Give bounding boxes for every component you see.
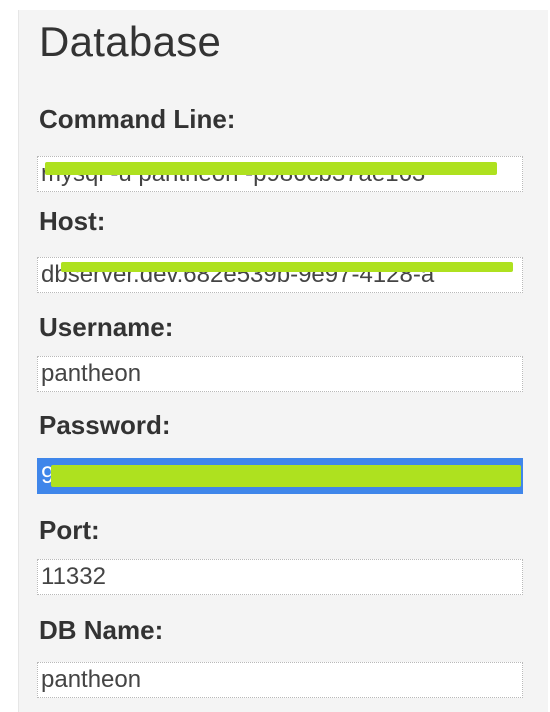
username-label: Username:: [39, 312, 174, 342]
host-label: Host:: [39, 206, 106, 236]
db-name-field[interactable]: pantheon: [37, 662, 523, 698]
command-line-redaction-mark: [45, 162, 497, 175]
password-redaction-mark: [51, 465, 521, 487]
command-line-label: Command Line:: [39, 104, 236, 134]
port-value: 11332: [41, 563, 106, 590]
database-panel: Database Command Line: mysql -u pantheon…: [18, 10, 548, 712]
username-field[interactable]: pantheon: [37, 356, 523, 392]
db-name-value: pantheon: [41, 666, 142, 693]
port-field[interactable]: 11332: [37, 559, 523, 595]
db-name-label: DB Name:: [39, 615, 164, 645]
port-label: Port:: [39, 515, 100, 545]
section-title: Database: [39, 18, 222, 65]
host-redaction-mark: [61, 262, 513, 272]
username-value: pantheon: [41, 360, 142, 387]
password-label: Password:: [39, 410, 171, 440]
